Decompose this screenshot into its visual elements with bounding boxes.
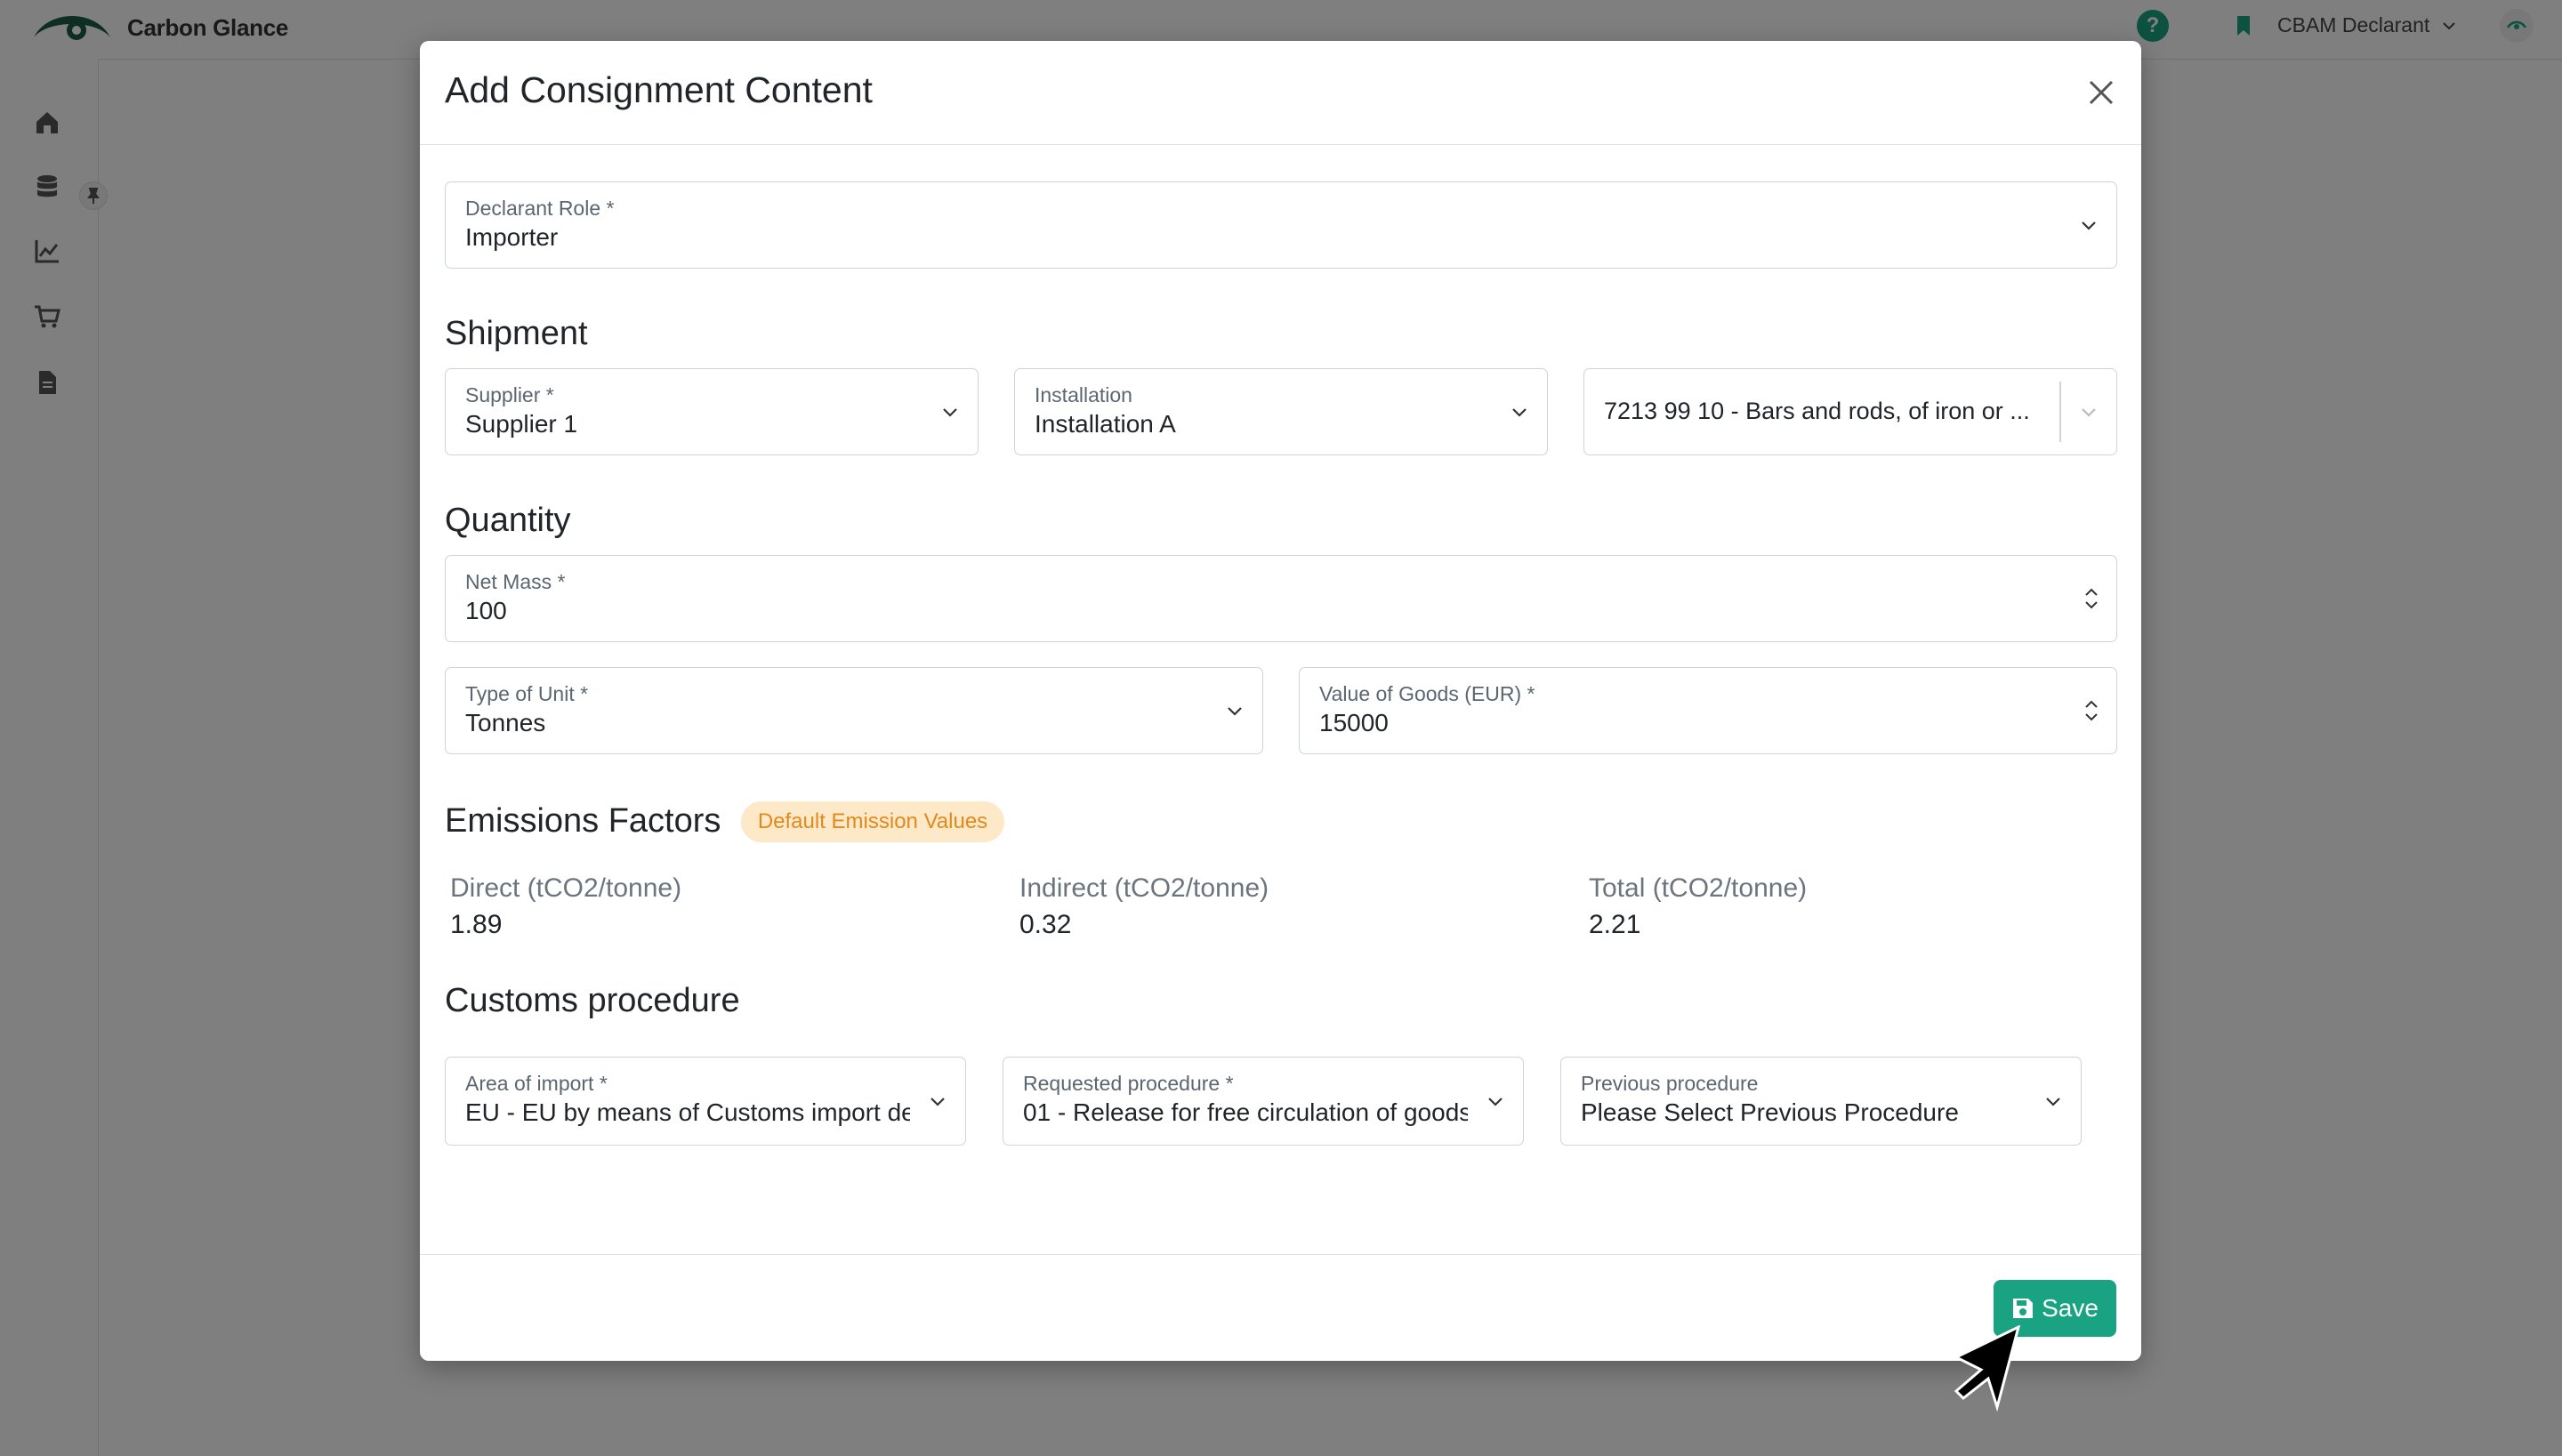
- chevron-down-icon: [931, 1098, 945, 1106]
- chevron-down-icon: [2046, 1098, 2060, 1106]
- unit-type-value: Tonnes: [465, 709, 546, 736]
- area-of-import-value: EU - EU by means of Customs import decla…: [465, 1098, 910, 1126]
- total-emissions-value: 2.21: [1589, 910, 1641, 939]
- requested-procedure-select[interactable]: Requested procedure * 01 - Release for f…: [1003, 1057, 1524, 1146]
- number-stepper-icon[interactable]: [2083, 584, 2100, 613]
- goods-select[interactable]: 7213 99 10 - Bars and rods, of iron or .…: [1583, 368, 2117, 455]
- installation-label: Installation: [1035, 383, 1132, 406]
- chevron-down-icon: [2082, 221, 2096, 230]
- save-button-label: Save: [2042, 1294, 2099, 1322]
- default-emission-badge: Default Emission Values: [741, 801, 1004, 842]
- select-divider: [2059, 382, 2061, 442]
- mouse-pointer-icon: [1954, 1325, 2021, 1412]
- number-stepper-icon[interactable]: [2083, 696, 2100, 725]
- quantity-heading: Quantity: [445, 502, 571, 539]
- previous-procedure-value: Please Select Previous Procedure: [1581, 1098, 1959, 1126]
- goods-value-input[interactable]: Value of Goods (EUR) * 15000: [1299, 667, 2117, 754]
- previous-procedure-select[interactable]: Previous procedure Please Select Previou…: [1560, 1057, 2082, 1146]
- modal-header: Add Consignment Content: [420, 41, 2141, 145]
- net-mass-value: 100: [465, 597, 507, 624]
- direct-emissions-value: 1.89: [450, 910, 503, 939]
- supplier-select[interactable]: Supplier * Supplier 1: [445, 368, 979, 455]
- chevron-down-icon: [1228, 707, 1242, 716]
- area-of-import-label: Area of import *: [465, 1072, 608, 1095]
- indirect-emissions-value: 0.32: [1019, 910, 1072, 939]
- installation-value: Installation A: [1035, 410, 1176, 438]
- add-consignment-modal: Add Consignment Content Declarant Role *…: [420, 41, 2141, 1361]
- customs-heading: Customs procedure: [445, 982, 740, 1019]
- goods-value-label: Value of Goods (EUR) *: [1319, 682, 1535, 705]
- supplier-value: Supplier 1: [465, 410, 578, 438]
- chevron-down-icon: [1488, 1098, 1503, 1106]
- shipment-heading: Shipment: [445, 315, 588, 352]
- unit-type-select[interactable]: Type of Unit * Tonnes: [445, 667, 1263, 754]
- chevron-down-icon: [2082, 408, 2096, 417]
- floppy-disk-icon: [2013, 1299, 2034, 1318]
- goods-value-amount: 15000: [1319, 709, 1389, 736]
- installation-select[interactable]: Installation Installation A: [1014, 368, 1548, 455]
- previous-procedure-label: Previous procedure: [1581, 1072, 1759, 1095]
- declarant-role-value: Importer: [465, 223, 559, 251]
- declarant-role-select[interactable]: Declarant Role * Importer: [445, 181, 2117, 269]
- requested-procedure-value: 01 - Release for free circulation of goo…: [1023, 1098, 1468, 1126]
- chevron-down-icon: [943, 408, 957, 417]
- declarant-role-label: Declarant Role *: [465, 197, 615, 220]
- modal-title: Add Consignment Content: [445, 69, 873, 110]
- total-emissions-label: Total (tCO2/tonne): [1589, 873, 1808, 903]
- chevron-down-icon: [1512, 408, 1527, 417]
- supplier-label: Supplier *: [465, 383, 554, 406]
- emissions-heading: Emissions Factors: [445, 802, 721, 840]
- direct-emissions-label: Direct (tCO2/tonne): [450, 873, 682, 903]
- goods-value: 7213 99 10 - Bars and rods, of iron or .…: [1604, 398, 2030, 424]
- unit-type-label: Type of Unit *: [465, 682, 589, 705]
- requested-procedure-label: Requested procedure *: [1023, 1072, 1234, 1095]
- modal-footer: Save: [420, 1254, 2141, 1362]
- net-mass-input[interactable]: Net Mass * 100: [445, 555, 2117, 642]
- area-of-import-select[interactable]: Area of import * EU - EU by means of Cus…: [445, 1057, 966, 1146]
- close-icon[interactable]: [2083, 75, 2119, 110]
- indirect-emissions-label: Indirect (tCO2/tonne): [1019, 873, 1269, 903]
- net-mass-label: Net Mass *: [465, 570, 566, 593]
